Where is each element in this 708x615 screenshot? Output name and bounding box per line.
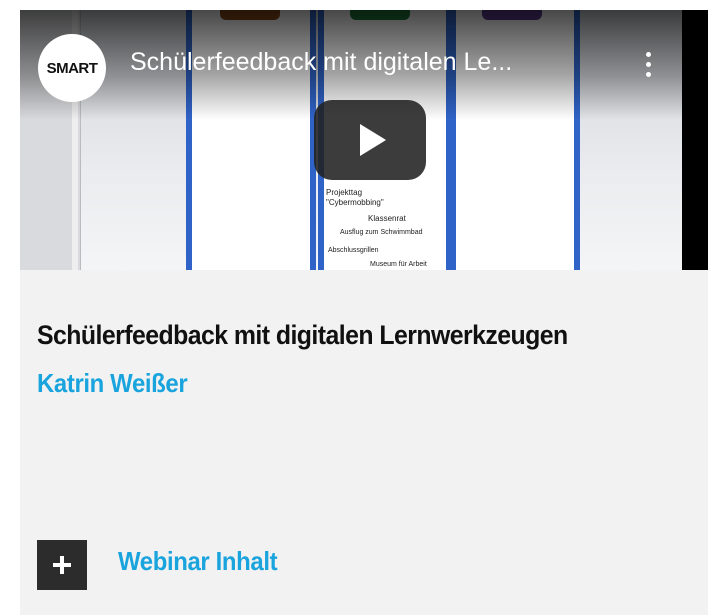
plus-icon	[53, 556, 71, 574]
video-title[interactable]: Schülerfeedback mit digitalen Le...	[130, 48, 610, 77]
thumbnail-note: Ausflug zum Schwimmbad	[340, 229, 423, 236]
more-vert-icon[interactable]	[640, 52, 656, 82]
thumbnail-note: Abschlussgrillen	[328, 247, 379, 254]
channel-logo-text: SMART	[46, 59, 98, 77]
webinar-title: Schülerfeedback mit digitalen Lernwerkze…	[37, 320, 568, 350]
thumbnail-note: Projekttag	[326, 188, 363, 197]
author-link[interactable]: Katrin Weißer	[37, 368, 188, 399]
webinar-card: Projekttag "Cybermobbing" Klassenrat Aus…	[20, 10, 708, 615]
video-player[interactable]: Projekttag "Cybermobbing" Klassenrat Aus…	[20, 10, 708, 270]
thumbnail-note: "Cybermobbing"	[326, 198, 384, 207]
channel-logo[interactable]: SMART	[38, 34, 106, 102]
thumbnail-note: Klassenrat	[368, 214, 406, 223]
thumbnail-note: Museum für Arbeit	[370, 261, 427, 268]
play-icon	[360, 124, 386, 156]
webinar-content-toggle[interactable]: Webinar Inhalt	[118, 546, 278, 577]
play-button[interactable]	[314, 100, 426, 180]
expand-content-button[interactable]	[37, 540, 87, 590]
